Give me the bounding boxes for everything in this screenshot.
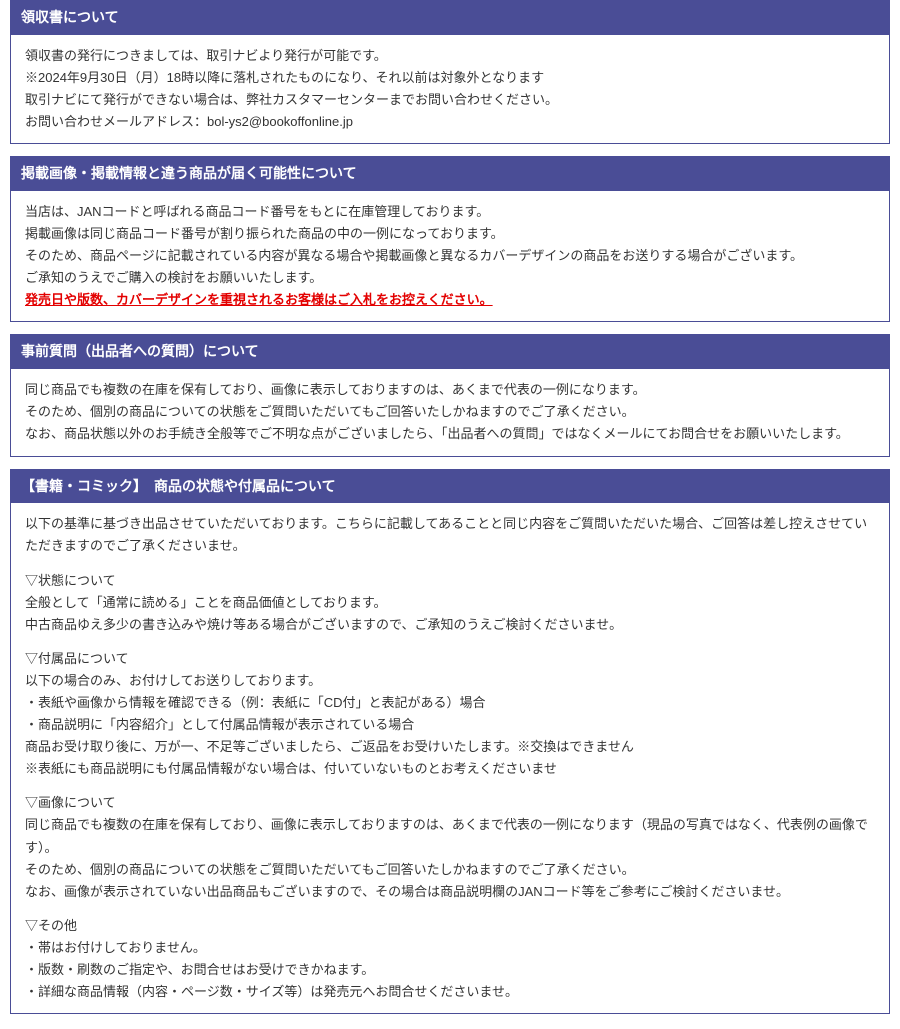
section-header-receipt: 領収書について xyxy=(11,1,889,35)
text-line: ・表紙や画像から情報を確認できる（例：表紙に「CD付」と表記がある）場合 xyxy=(25,692,875,714)
section-body-questions: 同じ商品でも複数の在庫を保有しており、画像に表示しておりますのは、あくまで代表の… xyxy=(11,369,889,455)
text-line: そのため、個別の商品についての状態をご質問いただいてもご回答いたしかねますのでご… xyxy=(25,401,875,423)
section-receipt: 領収書について 領収書の発行につきましては、取引ナビより発行が可能です。 ※20… xyxy=(10,0,890,144)
text-line: 取引ナビにて発行ができない場合は、弊社カスタマーセンターまでお問い合わせください… xyxy=(25,89,875,111)
text-line: ※表紙にも商品説明にも付属品情報がない場合は、付いていないものとお考えくださいま… xyxy=(25,758,875,780)
text-line: 以下の基準に基づき出品させていただいております。こちらに記載してあることと同じ内… xyxy=(25,513,875,557)
text-line: ・帯はお付けしておりません。 xyxy=(25,937,875,959)
spacer xyxy=(25,903,875,915)
section-image-diff: 掲載画像・掲載情報と違う商品が届く可能性について 当店は、JANコードと呼ばれる… xyxy=(10,156,890,322)
text-line: お問い合わせメールアドレス：bol-ys2@bookoffonline.jp xyxy=(25,111,875,133)
text-line: ・版数・刷数のご指定や、お問合せはお受けできかねます。 xyxy=(25,959,875,981)
spacer xyxy=(25,558,875,570)
subheading-condition: ▽状態について xyxy=(25,570,875,592)
text-line: 掲載画像は同じ商品コード番号が割り振られた商品の中の一例になっております。 xyxy=(25,223,875,245)
section-questions: 事前質問（出品者への質問）について 同じ商品でも複数の在庫を保有しており、画像に… xyxy=(10,334,890,456)
text-line: 同じ商品でも複数の在庫を保有しており、画像に表示しておりますのは、あくまで代表の… xyxy=(25,814,875,858)
text-line: 当店は、JANコードと呼ばれる商品コード番号をもとに在庫管理しております。 xyxy=(25,201,875,223)
section-body-receipt: 領収書の発行につきましては、取引ナビより発行が可能です。 ※2024年9月30日… xyxy=(11,35,889,143)
text-line: 商品お受け取り後に、万が一、不足等ございましたら、ご返品をお受けいたします。※交… xyxy=(25,736,875,758)
subheading-other: ▽その他 xyxy=(25,915,875,937)
section-books: 【書籍・コミック】 商品の状態や付属品について 以下の基準に基づき出品させていた… xyxy=(10,469,890,1015)
section-header-image-diff: 掲載画像・掲載情報と違う商品が届く可能性について xyxy=(11,157,889,191)
section-body-books: 以下の基準に基づき出品させていただいております。こちらに記載してあることと同じ内… xyxy=(11,503,889,1013)
text-line: 中古商品ゆえ多少の書き込みや焼け等ある場合がございますので、ご承知のうえご検討く… xyxy=(25,614,875,636)
spacer xyxy=(25,636,875,648)
text-line: 以下の場合のみ、お付けしてお送りしております。 xyxy=(25,670,875,692)
text-line: そのため、商品ページに記載されている内容が異なる場合や掲載画像と異なるカバーデザ… xyxy=(25,245,875,267)
subheading-image: ▽画像について xyxy=(25,792,875,814)
text-line: 領収書の発行につきましては、取引ナビより発行が可能です。 xyxy=(25,45,875,67)
text-line: なお、画像が表示されていない出品商品もございますので、その場合は商品説明欄のJA… xyxy=(25,881,875,903)
subheading-accessory: ▽付属品について xyxy=(25,648,875,670)
text-line: ・詳細な商品情報（内容・ページ数・サイズ等）は発売元へお問合せくださいませ。 xyxy=(25,981,875,1003)
section-header-books: 【書籍・コミック】 商品の状態や付属品について xyxy=(11,470,889,504)
text-line: 全般として「通常に読める」ことを商品価値としております。 xyxy=(25,592,875,614)
section-header-questions: 事前質問（出品者への質問）について xyxy=(11,335,889,369)
spacer xyxy=(25,780,875,792)
text-line: ご承知のうえでご購入の検討をお願いいたします。 xyxy=(25,267,875,289)
section-body-image-diff: 当店は、JANコードと呼ばれる商品コード番号をもとに在庫管理しております。 掲載… xyxy=(11,191,889,321)
warning-text: 発売日や版数、カバーデザインを重視されるお客様はご入札をお控えください。 xyxy=(25,289,875,311)
text-line: ※2024年9月30日（月）18時以降に落札されたものになり、それ以前は対象外と… xyxy=(25,67,875,89)
text-line: なお、商品状態以外のお手続き全般等でご不明な点がございましたら、「出品者への質問… xyxy=(25,423,875,445)
text-line: そのため、個別の商品についての状態をご質問いただいてもご回答いたしかねますのでご… xyxy=(25,859,875,881)
text-line: ・商品説明に「内容紹介」として付属品情報が表示されている場合 xyxy=(25,714,875,736)
text-line: 同じ商品でも複数の在庫を保有しており、画像に表示しておりますのは、あくまで代表の… xyxy=(25,379,875,401)
